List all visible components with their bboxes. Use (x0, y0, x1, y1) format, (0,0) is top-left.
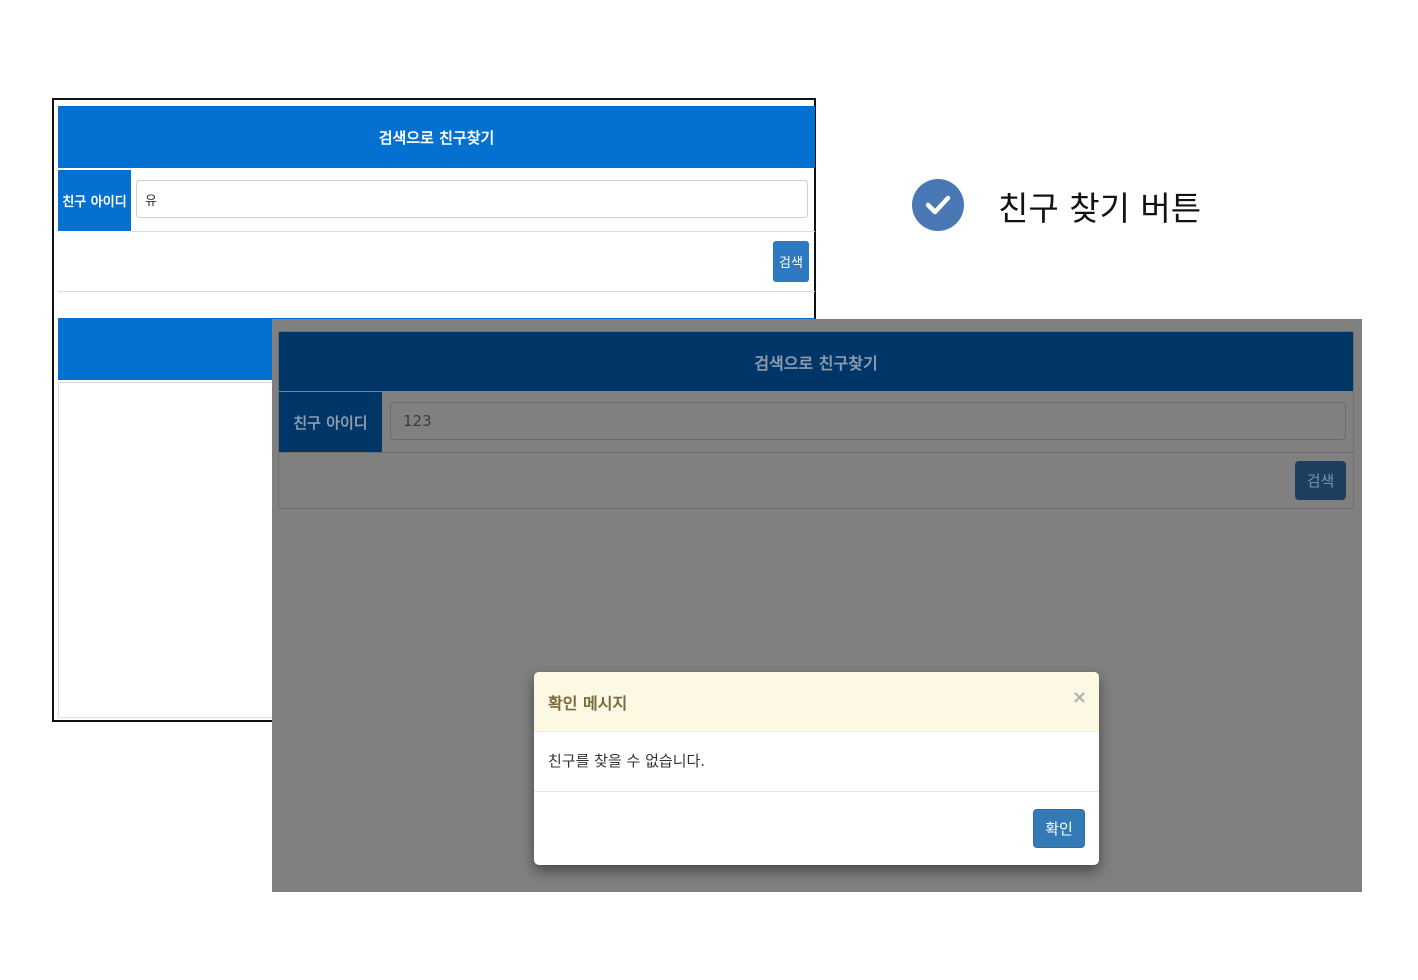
front-panel-header: 검색으로 친구찾기 (279, 332, 1353, 391)
annotation-label: 친구 찾기 버튼 (998, 189, 1202, 228)
back-friend-id-input[interactable]: 유 (136, 180, 808, 218)
front-search-button[interactable]: 검색 (1295, 461, 1346, 500)
back-friend-id-label: 친구 아이디 (58, 170, 131, 231)
divider (279, 452, 1353, 453)
back-search-button[interactable]: 검색 (773, 241, 809, 282)
confirm-button[interactable]: 확인 (1033, 809, 1085, 848)
check-circle-icon (912, 179, 964, 231)
front-input-value: 123 (403, 412, 432, 430)
modal-title: 확인 메시지 (548, 694, 628, 713)
back-input-value: 유 (145, 193, 157, 209)
divider (58, 291, 815, 292)
back-panel-header: 검색으로 친구찾기 (58, 106, 815, 168)
confirm-modal: 확인 메시지 × 친구를 찾을 수 없습니다. 확인 (534, 672, 1099, 865)
close-icon[interactable]: × (1072, 687, 1087, 708)
front-friend-id-label: 친구 아이디 (279, 392, 382, 452)
divider (534, 791, 1099, 792)
modal-message: 친구를 찾을 수 없습니다. (548, 752, 706, 770)
front-friend-id-input[interactable]: 123 (390, 402, 1346, 440)
divider (132, 231, 815, 232)
